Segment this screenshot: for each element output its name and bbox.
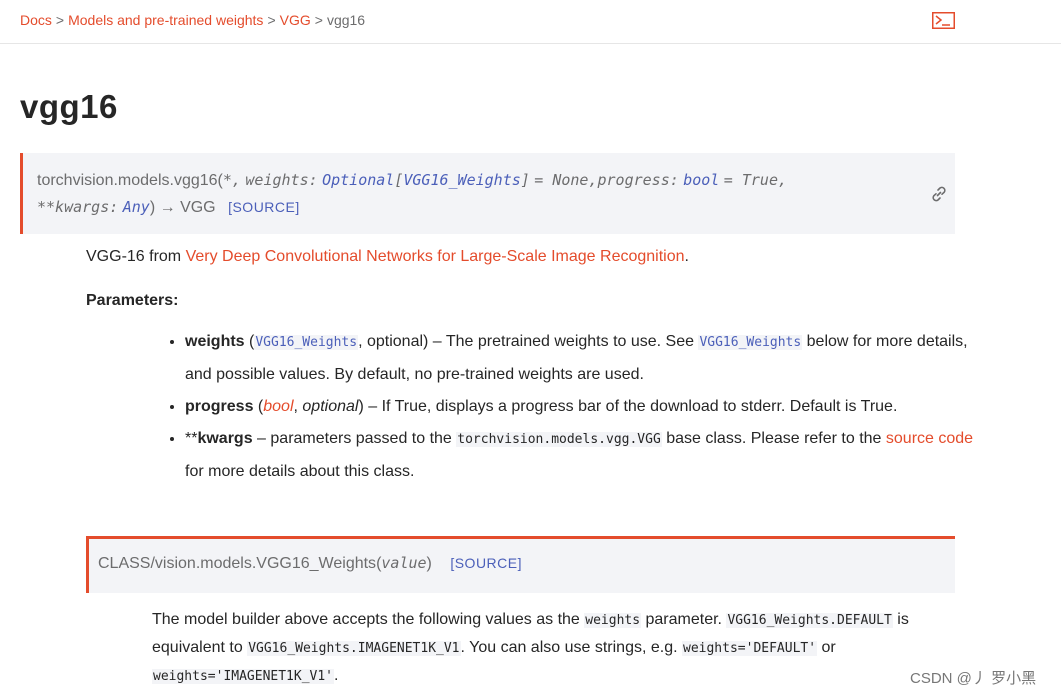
page-title: vgg16 [20,88,118,125]
inline-code: weights [584,613,642,628]
param-type-suffix: , optional) – [358,333,446,350]
parameters-heading: Parameters: [86,292,179,309]
signature-return-type: VGG [180,199,216,216]
source-link[interactable]: [SOURCE] [228,199,300,215]
param-name: kwargs [197,430,253,447]
inline-code: VGG16_Weights.DEFAULT [726,613,893,628]
param-type-link[interactable]: VGG16_Weights [254,335,359,350]
bool-type-link[interactable]: bool [263,398,293,415]
breadcrumb: Docs > Models and pre-trained weights > VGG >… [20,12,365,28]
inline-code: VGG16_Weights.IMAGENET1K_V1 [247,641,461,656]
param-optional: optional [302,398,359,415]
description: VGG-16 from Very Deep Convolutional Netw… [86,248,689,266]
signature-optional-type[interactable]: Optional [322,171,394,189]
class-desc-text: . You can also use strings, e.g. [460,639,682,656]
signature-module: torchvision.models.vgg16 [37,172,218,189]
param-text: The pretrained weights to use. See [445,333,699,350]
paper-link[interactable]: Very Deep Convolutional Networks for Lar… [186,248,685,265]
param-text: If True, displays a progress bar of the … [381,398,898,415]
breadcrumb-docs[interactable]: Docs [20,12,52,28]
param-kwargs: **kwargs – parameters passed to the torc… [185,423,975,488]
signature-kwargs-param: **kwargs: [37,198,119,216]
param-open: ( [244,333,255,350]
signature-any-type[interactable]: Any [123,198,150,216]
description-prefix: VGG-16 from [86,248,186,265]
param-text: base class. Please refer to the [661,430,886,447]
param-close: ) – [358,398,382,415]
signature-close-paren: ) [149,199,156,216]
class-source-link[interactable]: [SOURCE] [450,555,522,571]
signature-line-1: torchvision.models.vgg16(*, weights: Opt… [37,167,955,194]
param-progress: progress (bool, optional) – If True, dis… [185,391,975,423]
parameters-list: weights (VGG16_Weights, optional) – The … [160,326,975,488]
param-stars: ** [185,430,198,447]
signature-progress-default: = True, [723,171,788,189]
param-text: parameters passed to the [270,430,457,447]
signature-line-2: **kwargs: Any) → VGG [SOURCE] [37,194,955,221]
param-text: for more details about this class. [185,463,415,480]
breadcrumb-separator: > [55,12,65,28]
signature-bool-type[interactable]: bool [683,171,719,189]
class-signature: CLASS/vision.models.VGG16_Weights(value)… [86,536,955,593]
link-icon[interactable] [929,184,949,204]
breadcrumb-current: vgg16 [326,12,366,28]
class-desc-text: The model builder above accepts the foll… [152,611,585,628]
weights-ref-link[interactable]: VGG16_Weights [698,335,803,350]
signature-weights-default: = None, [534,171,598,189]
class-arg: value [381,554,427,572]
watermark: CSDN @丿 罗小黑 [910,670,1037,687]
function-signature: torchvision.models.vgg16(*, weights: Opt… [20,153,955,234]
signature-star: *, [222,171,241,189]
top-bar: Docs > Models and pre-trained weights > VGG >… [0,0,1061,44]
class-name: CLASS/vision.models.VGG16_Weights [98,555,377,572]
param-name: progress [185,398,254,415]
inline-code: torchvision.models.vgg.VGG [456,432,662,447]
class-close-paren: ) [426,555,432,572]
signature-weights-param: weights: [245,171,318,189]
signature-bracket-close: ] [520,171,530,189]
terminal-icon[interactable] [932,12,955,29]
class-desc-text: parameter. [641,611,727,628]
breadcrumb-models[interactable]: Models and pre-trained weights [68,12,263,28]
class-desc-text: or [817,639,836,656]
source-code-link[interactable]: source code [886,430,973,447]
param-open: ( [253,398,264,415]
breadcrumb-separator: > [314,12,323,28]
breadcrumb-separator: > [267,12,276,28]
param-name: weights [185,333,245,350]
breadcrumb-vgg[interactable]: VGG [280,12,311,28]
class-desc-text: . [334,667,339,684]
signature-weights-type[interactable]: VGG16_Weights [403,171,520,189]
inline-code: weights='DEFAULT' [682,641,818,656]
param-dash: – [252,430,271,447]
param-weights: weights (VGG16_Weights, optional) – The … [185,326,975,391]
description-suffix: . [684,248,689,265]
class-description: The model builder above accepts the foll… [152,606,942,690]
signature-arrow: → [159,199,176,216]
inline-code: weights='IMAGENET1K_V1' [152,669,335,684]
signature-progress-param: progress: [597,171,679,189]
